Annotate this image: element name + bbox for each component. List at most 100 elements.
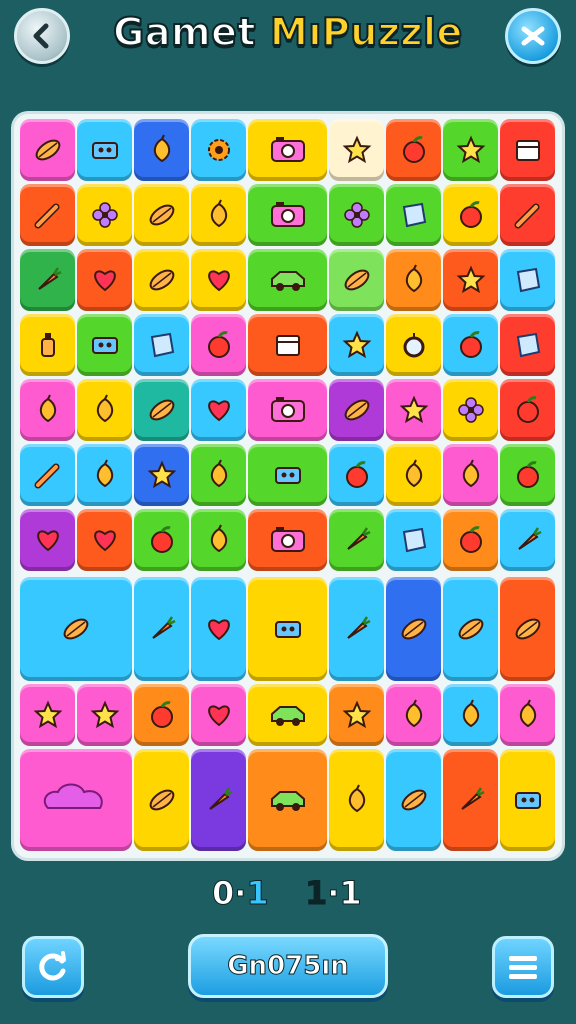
tile-machine[interactable] [248,577,327,681]
tile-leaf[interactable] [134,249,189,311]
tile-flower[interactable] [77,184,132,246]
tile-fruit[interactable] [386,249,441,311]
tile-leaf[interactable] [134,379,189,441]
tile-star[interactable] [386,379,441,441]
tile-leaf[interactable] [386,749,441,851]
tile-heart[interactable] [191,684,246,746]
tile-apple[interactable] [386,119,441,181]
star-icon [399,395,428,424]
tile-bottle[interactable] [20,314,75,376]
tile-machine[interactable] [77,119,132,181]
tile-fruit[interactable] [386,684,441,746]
apple-icon [516,396,539,423]
tile-carrot[interactable] [329,577,384,681]
tile-star[interactable] [20,684,75,746]
tile-star[interactable] [329,314,384,376]
tile-star[interactable] [443,249,498,311]
tile-carrot[interactable] [20,249,75,311]
tile-leaf[interactable] [20,119,75,181]
tile-carrot[interactable] [134,577,189,681]
tile-gem[interactable] [386,184,441,246]
tile-apple[interactable] [134,509,189,571]
tile-camera[interactable] [248,379,327,441]
tile-fruit[interactable] [134,119,189,181]
tile-fruit[interactable] [443,684,498,746]
tile-leaf[interactable] [329,379,384,441]
tile-heart[interactable] [191,379,246,441]
tile-tool[interactable] [20,444,75,506]
tile-gear[interactable] [191,119,246,181]
tile-leaf[interactable] [20,577,132,681]
tile-apple[interactable] [500,444,555,506]
tile-flower[interactable] [443,379,498,441]
tile-car[interactable] [248,249,327,311]
restart-button[interactable] [22,936,84,998]
tile-apple[interactable] [191,314,246,376]
tile-leaf[interactable] [443,577,498,681]
tile-machine[interactable] [248,444,327,506]
carrot-icon [460,787,485,810]
tile-gem[interactable] [134,314,189,376]
tile-fruit[interactable] [191,509,246,571]
tile-flower[interactable] [329,184,384,246]
tile-machine[interactable] [77,314,132,376]
tile-apple[interactable] [134,684,189,746]
tile-leaf[interactable] [134,184,189,246]
tile-leaf[interactable] [329,249,384,311]
tile-camera[interactable] [248,509,327,571]
tile-gem[interactable] [500,249,555,311]
menu-button[interactable] [492,936,554,998]
tile-star[interactable] [77,684,132,746]
tile-leaf[interactable] [134,749,189,851]
tile-cloud[interactable] [20,749,132,851]
tile-heart[interactable] [77,509,132,571]
star-icon [456,135,485,164]
tile-fruit[interactable] [191,184,246,246]
leaf-icon [458,618,483,640]
tile-apple[interactable] [443,184,498,246]
tile-ring[interactable] [386,314,441,376]
tile-fruit[interactable] [191,444,246,506]
heart-icon [93,270,116,292]
tile-apple[interactable] [443,509,498,571]
tile-carrot[interactable] [329,509,384,571]
tile-apple[interactable] [500,379,555,441]
tile-apple[interactable] [329,444,384,506]
tile-camera[interactable] [248,184,327,246]
tile-star[interactable] [443,119,498,181]
tile-carrot[interactable] [500,509,555,571]
tile-fruit[interactable] [77,379,132,441]
tile-apple[interactable] [443,314,498,376]
tile-leaf[interactable] [500,577,555,681]
tile-heart[interactable] [20,509,75,571]
tile-tool[interactable] [20,184,75,246]
tile-fruit[interactable] [500,684,555,746]
tile-heart[interactable] [77,249,132,311]
tile-tool[interactable] [500,184,555,246]
tile-heart[interactable] [191,249,246,311]
tile-star[interactable] [329,119,384,181]
tile-leaf[interactable] [386,577,441,681]
tile-machine[interactable] [500,749,555,851]
tile-camera[interactable] [248,119,327,181]
tile-heart[interactable] [191,577,246,681]
tile-star[interactable] [134,444,189,506]
main-action-button[interactable]: Gn075ın [188,934,388,998]
settings-button[interactable] [505,8,561,64]
tile-gem[interactable] [500,314,555,376]
tile-fruit[interactable] [443,444,498,506]
tile-fruit[interactable] [20,379,75,441]
tile-fruit[interactable] [77,444,132,506]
tile-carrot[interactable] [191,749,246,851]
tile-gem[interactable] [386,509,441,571]
tile-carrot[interactable] [443,749,498,851]
tile-box[interactable] [500,119,555,181]
tile-star[interactable] [329,684,384,746]
fruit-icon [405,699,422,728]
tile-car[interactable] [248,684,327,746]
camera-icon [270,397,305,422]
tile-box[interactable] [248,314,327,376]
tile-fruit[interactable] [329,749,384,851]
tile-fruit[interactable] [386,444,441,506]
tile-car[interactable] [248,749,327,851]
